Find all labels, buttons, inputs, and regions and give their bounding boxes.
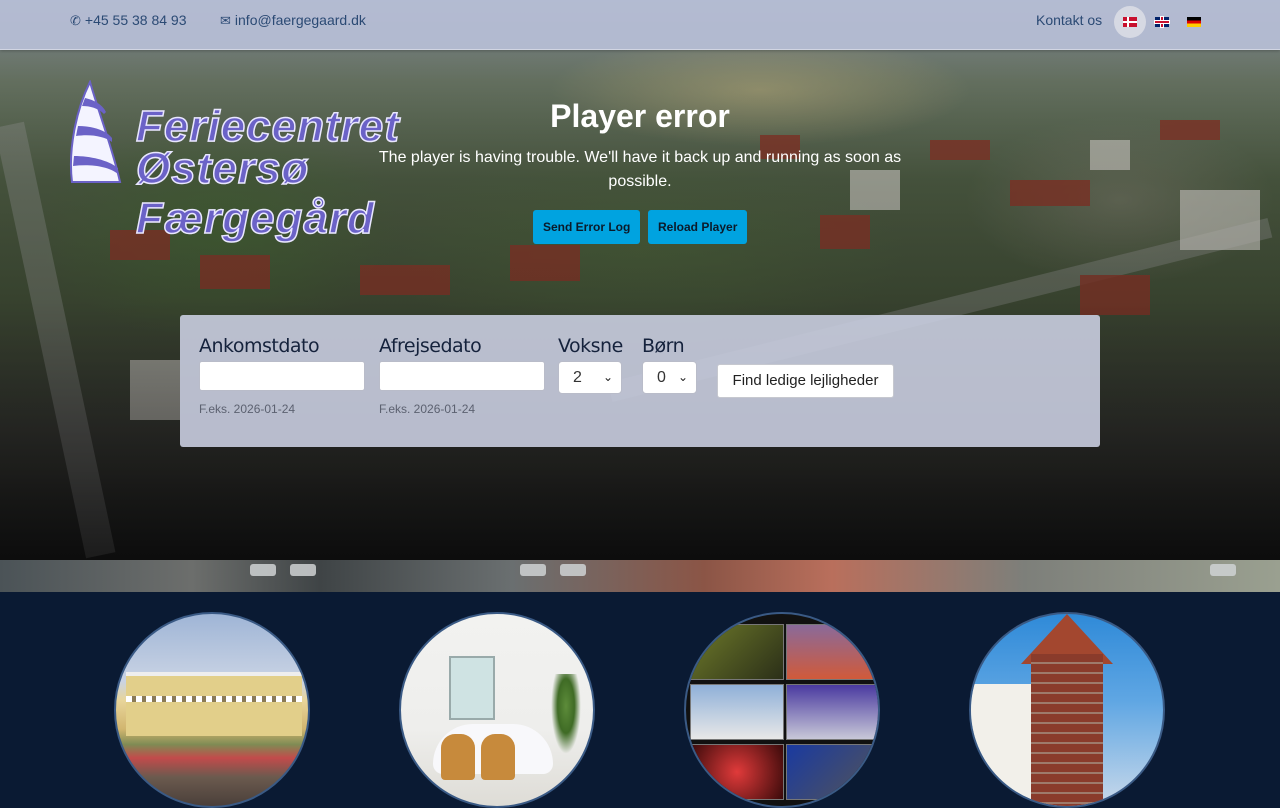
adults-select[interactable]: 2 ⌄ (558, 361, 622, 394)
apartment-dining-image[interactable] (399, 612, 595, 808)
language-german-button[interactable] (1178, 6, 1210, 38)
envelope-icon: ✉ (220, 13, 231, 28)
contact-link[interactable]: Kontakt os (1036, 12, 1102, 28)
top-bar: ✆ +45 55 38 84 93 ✉ info@faergegaard.dk Ko… (0, 0, 1280, 50)
adults-label: Voksne (558, 335, 623, 357)
aerial-photo-strip (0, 560, 1280, 592)
children-select[interactable]: 0 ⌄ (642, 361, 697, 394)
british-flag-icon (1155, 17, 1169, 27)
send-error-log-button[interactable]: Send Error Log (533, 210, 641, 244)
hotel-building-image[interactable] (114, 612, 310, 808)
player-error-title: Player error (550, 98, 730, 134)
language-danish-button[interactable] (1114, 6, 1146, 38)
danish-flag-icon (1123, 17, 1137, 27)
phone-icon: ✆ (70, 13, 81, 28)
church-tower-image[interactable] (969, 612, 1165, 808)
departure-date-label: Afrejsedato (379, 335, 482, 357)
phone-link[interactable]: ✆ +45 55 38 84 93 (70, 12, 187, 29)
departure-date-input[interactable] (379, 361, 545, 391)
children-select-value: 0 (657, 369, 666, 386)
arrival-date-label: Ankomstdato (199, 335, 320, 357)
email-address: info@faergegaard.dk (234, 12, 366, 28)
booking-form: Ankomstdato F.eks. 2026-01-24 Afrejsedat… (180, 315, 1100, 447)
chevron-down-icon: ⌄ (677, 370, 688, 384)
phone-number: +45 55 38 84 93 (84, 12, 187, 28)
email-link[interactable]: ✉ info@faergegaard.dk (220, 12, 366, 29)
german-flag-icon (1187, 17, 1201, 27)
arrival-date-input[interactable] (199, 361, 365, 391)
player-error-message: The player is having trouble. We'll have… (378, 149, 902, 190)
chevron-down-icon: ⌄ (602, 370, 613, 384)
arrival-date-hint: F.eks. 2026-01-24 (199, 402, 296, 416)
departure-date-hint: F.eks. 2026-01-24 (379, 402, 476, 416)
children-label: Børn (642, 335, 685, 357)
reload-player-button[interactable]: Reload Player (648, 210, 748, 244)
sail-logo-icon (69, 80, 122, 183)
language-english-button[interactable] (1146, 6, 1178, 38)
find-available-button[interactable]: Find ledige lejligheder (717, 364, 894, 398)
adults-select-value: 2 (573, 369, 582, 386)
photo-collage-image[interactable] (684, 612, 880, 808)
